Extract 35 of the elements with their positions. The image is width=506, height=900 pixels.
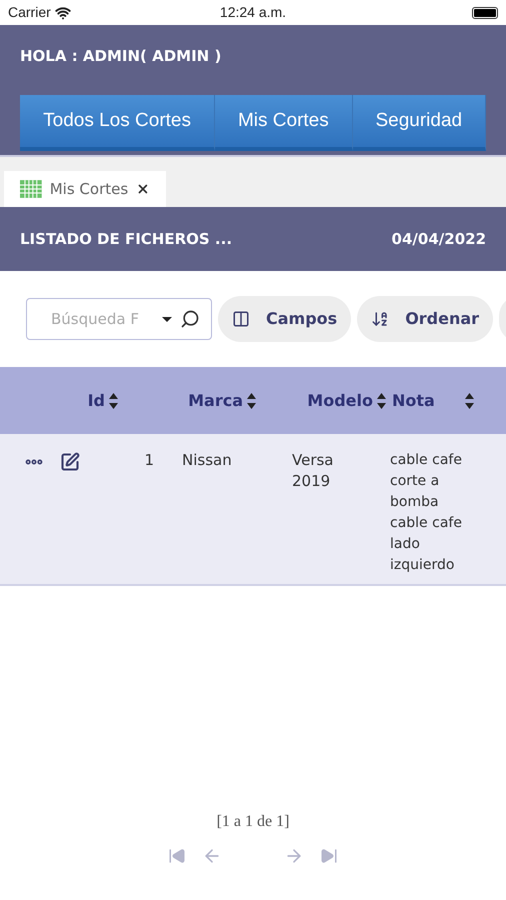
tab-label: Mis Cortes (50, 178, 128, 200)
table-cell: cable cafe corte a bomba cable cafe lado izquierdo (390, 452, 462, 573)
sort-arrows-icon[interactable] (465, 392, 474, 408)
list-title: LISTADO DE FICHEROS ... (20, 228, 232, 250)
columns-button[interactable]: Campos (218, 296, 352, 342)
nav-tab[interactable]: Seguridad (352, 95, 486, 151)
sort-arrows-icon[interactable] (247, 392, 256, 408)
wifi-icon (54, 4, 71, 20)
column-header[interactable]: Modelo (307, 388, 373, 412)
table-cell: Nissan (182, 451, 232, 469)
nav-tab[interactable]: Mis Cortes (215, 95, 353, 151)
carrier-label: Carrier (8, 3, 51, 22)
table-cell: Versa 2019 (292, 451, 334, 490)
sort-arrows-icon[interactable] (377, 392, 386, 408)
greeting: HOLA : ADMIN( ADMIN ) (20, 46, 222, 67)
document-tab[interactable]: Mis Cortes (4, 171, 166, 207)
clock: 12:24 a.m. (220, 3, 286, 22)
sort-button[interactable]: Ordenar (357, 296, 494, 342)
columns-icon (232, 310, 250, 328)
search-field[interactable]: Búsqueda F (26, 298, 212, 340)
pager-summary: [1 a 1 de 1] (216, 812, 290, 832)
battery-icon (472, 6, 498, 18)
edit-icon[interactable] (60, 452, 80, 472)
table-icon (20, 180, 42, 198)
close-icon[interactable] (136, 182, 150, 196)
date-label: 04/04/2022 (392, 228, 486, 250)
nav-tab[interactable]: Todos Los Cortes (20, 95, 216, 151)
dropdown-caret-icon[interactable] (162, 316, 172, 322)
column-header[interactable]: Nota (392, 388, 435, 412)
table-cell: 1 (144, 451, 154, 469)
column-header[interactable]: Marca (188, 388, 243, 412)
sort-arrows-icon[interactable] (109, 392, 118, 408)
column-header[interactable]: Id (88, 388, 105, 412)
search-icon[interactable] (180, 309, 200, 329)
sort-icon (371, 310, 390, 328)
